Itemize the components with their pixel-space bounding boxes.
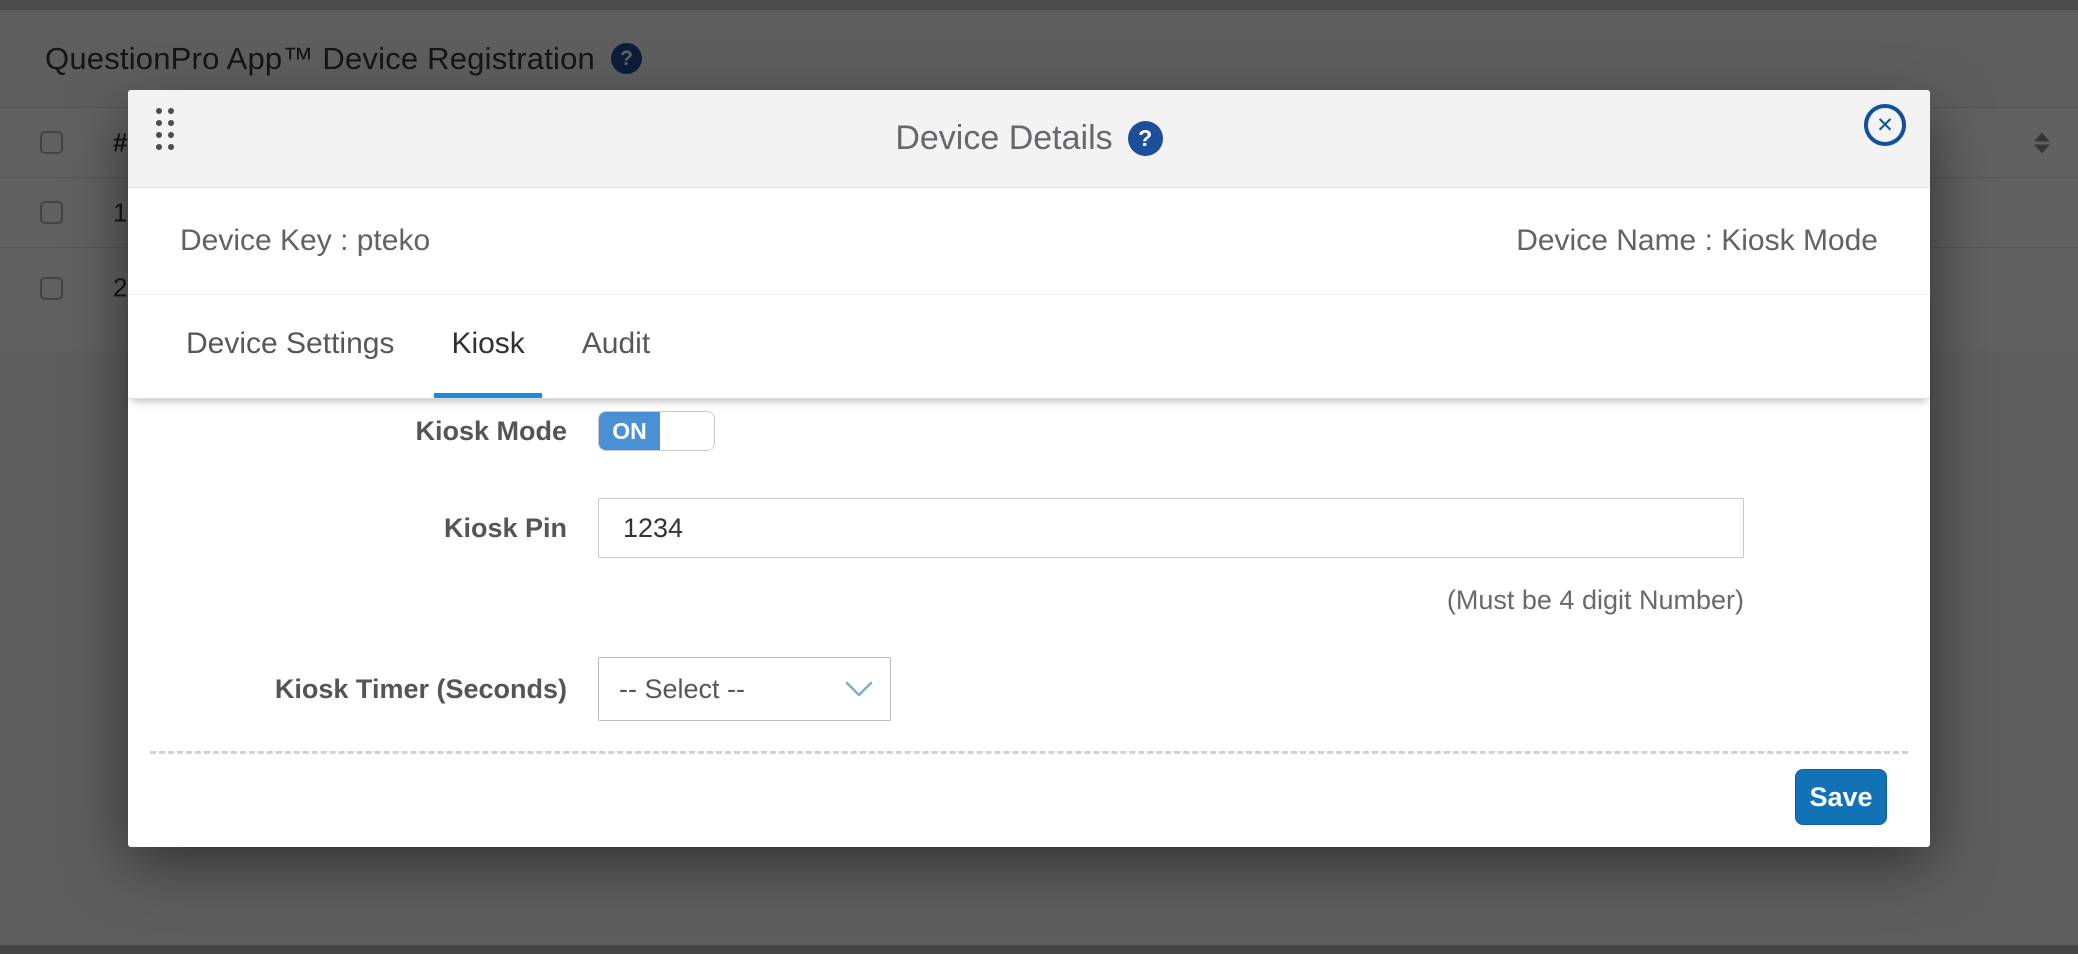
modal-footer: Save bbox=[128, 769, 1930, 825]
kiosk-pin-row: Kiosk Pin bbox=[128, 498, 1930, 558]
kiosk-mode-row: Kiosk Mode ON bbox=[128, 411, 1930, 451]
tab-device-settings[interactable]: Device Settings bbox=[169, 295, 411, 398]
footer-divider bbox=[150, 751, 1908, 754]
save-button[interactable]: Save bbox=[1795, 769, 1887, 825]
drag-handle-icon[interactable] bbox=[156, 108, 175, 151]
device-key-text: Device Key : pteko bbox=[180, 224, 430, 258]
kiosk-timer-row: Kiosk Timer (Seconds) -- Select -- bbox=[128, 657, 1930, 721]
tab-kiosk[interactable]: Kiosk bbox=[434, 295, 541, 398]
device-name-text: Device Name : Kiosk Mode bbox=[1516, 224, 1878, 258]
modal-title: Device Details bbox=[895, 119, 1112, 158]
kiosk-timer-select[interactable]: -- Select -- bbox=[598, 657, 891, 721]
close-button[interactable]: ✕ bbox=[1864, 104, 1906, 146]
device-details-modal: Device Details ? ✕ Device Key : pteko De… bbox=[128, 90, 1930, 836]
modal-header: Device Details ? ✕ bbox=[128, 90, 1930, 188]
modal-subheader: Device Key : pteko Device Name : Kiosk M… bbox=[128, 188, 1930, 295]
kiosk-pin-input[interactable] bbox=[598, 498, 1744, 558]
kiosk-pin-hint: (Must be 4 digit Number) bbox=[598, 585, 1744, 616]
tab-bar: Device Settings Kiosk Audit bbox=[128, 295, 1930, 399]
kiosk-timer-selected-value: -- Select -- bbox=[619, 674, 745, 705]
modal-help-icon[interactable]: ? bbox=[1128, 121, 1163, 156]
kiosk-mode-label: Kiosk Mode bbox=[128, 416, 567, 447]
tab-audit[interactable]: Audit bbox=[565, 295, 667, 398]
kiosk-pin-label: Kiosk Pin bbox=[128, 513, 567, 544]
chevron-down-icon bbox=[844, 680, 874, 698]
kiosk-mode-toggle[interactable]: ON bbox=[598, 411, 715, 451]
kiosk-timer-label: Kiosk Timer (Seconds) bbox=[128, 674, 567, 705]
kiosk-tab-panel: Kiosk Mode ON Kiosk Pin (Must be 4 digit… bbox=[128, 411, 1930, 847]
toggle-knob bbox=[660, 412, 714, 450]
toggle-on-segment: ON bbox=[599, 412, 660, 450]
